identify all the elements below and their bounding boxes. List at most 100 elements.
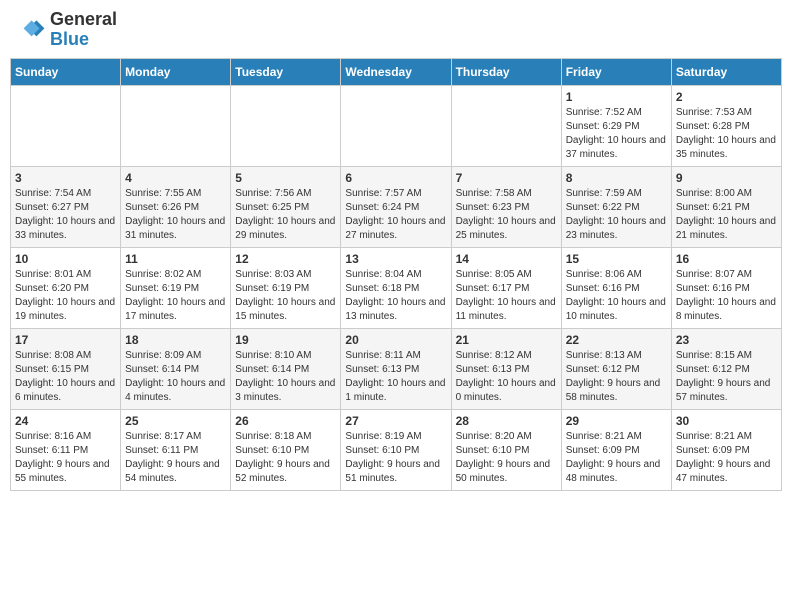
day-number: 7 <box>456 171 557 185</box>
calendar-cell <box>341 85 451 166</box>
calendar-table: SundayMondayTuesdayWednesdayThursdayFrid… <box>10 58 782 491</box>
calendar-week-1: 1 Sunrise: 7:52 AM Sunset: 6:29 PM Daylig… <box>11 85 782 166</box>
day-number: 24 <box>15 414 116 428</box>
day-number: 22 <box>566 333 667 347</box>
day-info: Sunrise: 7:55 AM Sunset: 6:26 PM Dayligh… <box>125 187 226 243</box>
day-info: Sunrise: 8:20 AM Sunset: 6:10 PM Dayligh… <box>456 430 557 486</box>
day-info: Sunrise: 8:06 AM Sunset: 6:16 PM Dayligh… <box>566 268 667 324</box>
calendar-cell: 7 Sunrise: 7:58 AM Sunset: 6:23 PM Daylig… <box>451 166 561 247</box>
calendar-body: 1 Sunrise: 7:52 AM Sunset: 6:29 PM Daylig… <box>11 85 782 490</box>
day-info: Sunrise: 8:01 AM Sunset: 6:20 PM Dayligh… <box>15 268 116 324</box>
calendar-cell: 19 Sunrise: 8:10 AM Sunset: 6:14 PM Dayli… <box>231 328 341 409</box>
calendar-cell: 17 Sunrise: 8:08 AM Sunset: 6:15 PM Dayli… <box>11 328 121 409</box>
day-info: Sunrise: 8:18 AM Sunset: 6:10 PM Dayligh… <box>235 430 336 486</box>
day-number: 15 <box>566 252 667 266</box>
day-number: 27 <box>345 414 446 428</box>
day-number: 6 <box>345 171 446 185</box>
calendar-week-4: 17 Sunrise: 8:08 AM Sunset: 6:15 PM Dayli… <box>11 328 782 409</box>
day-number: 3 <box>15 171 116 185</box>
day-number: 16 <box>676 252 777 266</box>
calendar-cell: 22 Sunrise: 8:13 AM Sunset: 6:12 PM Dayli… <box>561 328 671 409</box>
day-info: Sunrise: 7:52 AM Sunset: 6:29 PM Dayligh… <box>566 106 667 162</box>
calendar-cell: 4 Sunrise: 7:55 AM Sunset: 6:26 PM Daylig… <box>121 166 231 247</box>
day-info: Sunrise: 8:11 AM Sunset: 6:13 PM Dayligh… <box>345 349 446 405</box>
day-number: 10 <box>15 252 116 266</box>
calendar-cell: 16 Sunrise: 8:07 AM Sunset: 6:16 PM Dayli… <box>671 247 781 328</box>
calendar-cell: 15 Sunrise: 8:06 AM Sunset: 6:16 PM Dayli… <box>561 247 671 328</box>
calendar-cell <box>231 85 341 166</box>
day-number: 11 <box>125 252 226 266</box>
day-number: 26 <box>235 414 336 428</box>
day-info: Sunrise: 8:03 AM Sunset: 6:19 PM Dayligh… <box>235 268 336 324</box>
day-header-thursday: Thursday <box>451 58 561 85</box>
day-info: Sunrise: 8:07 AM Sunset: 6:16 PM Dayligh… <box>676 268 777 324</box>
calendar-week-5: 24 Sunrise: 8:16 AM Sunset: 6:11 PM Dayli… <box>11 409 782 490</box>
day-info: Sunrise: 8:16 AM Sunset: 6:11 PM Dayligh… <box>15 430 116 486</box>
day-number: 29 <box>566 414 667 428</box>
calendar-cell: 1 Sunrise: 7:52 AM Sunset: 6:29 PM Daylig… <box>561 85 671 166</box>
calendar-cell: 29 Sunrise: 8:21 AM Sunset: 6:09 PM Dayli… <box>561 409 671 490</box>
calendar-cell: 27 Sunrise: 8:19 AM Sunset: 6:10 PM Dayli… <box>341 409 451 490</box>
day-header-friday: Friday <box>561 58 671 85</box>
day-number: 9 <box>676 171 777 185</box>
day-number: 12 <box>235 252 336 266</box>
day-number: 19 <box>235 333 336 347</box>
day-number: 4 <box>125 171 226 185</box>
day-info: Sunrise: 8:00 AM Sunset: 6:21 PM Dayligh… <box>676 187 777 243</box>
day-header-saturday: Saturday <box>671 58 781 85</box>
calendar-cell: 30Sunrise: 8:21 AM Sunset: 6:09 PM Dayli… <box>671 409 781 490</box>
calendar-cell <box>121 85 231 166</box>
day-number: 13 <box>345 252 446 266</box>
day-info: Sunrise: 8:04 AM Sunset: 6:18 PM Dayligh… <box>345 268 446 324</box>
logo-text: GeneralBlue <box>50 10 117 50</box>
day-info: Sunrise: 8:08 AM Sunset: 6:15 PM Dayligh… <box>15 349 116 405</box>
day-info: Sunrise: 8:21 AM Sunset: 6:09 PM Dayligh… <box>566 430 667 486</box>
day-number: 8 <box>566 171 667 185</box>
logo: GeneralBlue <box>14 10 117 50</box>
calendar-cell: 25 Sunrise: 8:17 AM Sunset: 6:11 PM Dayli… <box>121 409 231 490</box>
calendar-week-2: 3 Sunrise: 7:54 AM Sunset: 6:27 PM Daylig… <box>11 166 782 247</box>
calendar-cell: 6Sunrise: 7:57 AM Sunset: 6:24 PM Daylig… <box>341 166 451 247</box>
day-number: 30 <box>676 414 777 428</box>
day-info: Sunrise: 8:05 AM Sunset: 6:17 PM Dayligh… <box>456 268 557 324</box>
calendar-cell: 9 Sunrise: 8:00 AM Sunset: 6:21 PM Daylig… <box>671 166 781 247</box>
day-number: 20 <box>345 333 446 347</box>
day-number: 21 <box>456 333 557 347</box>
day-header-monday: Monday <box>121 58 231 85</box>
day-info: Sunrise: 7:54 AM Sunset: 6:27 PM Dayligh… <box>15 187 116 243</box>
calendar-cell: 12 Sunrise: 8:03 AM Sunset: 6:19 PM Dayli… <box>231 247 341 328</box>
day-number: 14 <box>456 252 557 266</box>
day-header-tuesday: Tuesday <box>231 58 341 85</box>
day-number: 28 <box>456 414 557 428</box>
calendar-cell: 28 Sunrise: 8:20 AM Sunset: 6:10 PM Dayli… <box>451 409 561 490</box>
day-header-wednesday: Wednesday <box>341 58 451 85</box>
page-header: GeneralBlue <box>10 10 782 50</box>
calendar-cell: 11 Sunrise: 8:02 AM Sunset: 6:19 PM Dayli… <box>121 247 231 328</box>
day-number: 17 <box>15 333 116 347</box>
calendar-cell: 5Sunrise: 7:56 AM Sunset: 6:25 PM Daylig… <box>231 166 341 247</box>
day-info: Sunrise: 8:02 AM Sunset: 6:19 PM Dayligh… <box>125 268 226 324</box>
day-info: Sunrise: 8:15 AM Sunset: 6:12 PM Dayligh… <box>676 349 777 405</box>
calendar-cell: 10 Sunrise: 8:01 AM Sunset: 6:20 PM Dayli… <box>11 247 121 328</box>
day-info: Sunrise: 7:58 AM Sunset: 6:23 PM Dayligh… <box>456 187 557 243</box>
calendar-cell: 24 Sunrise: 8:16 AM Sunset: 6:11 PM Dayli… <box>11 409 121 490</box>
calendar-cell: 3 Sunrise: 7:54 AM Sunset: 6:27 PM Daylig… <box>11 166 121 247</box>
day-info: Sunrise: 8:17 AM Sunset: 6:11 PM Dayligh… <box>125 430 226 486</box>
calendar-cell: 23Sunrise: 8:15 AM Sunset: 6:12 PM Dayli… <box>671 328 781 409</box>
day-header-sunday: Sunday <box>11 58 121 85</box>
day-info: Sunrise: 8:19 AM Sunset: 6:10 PM Dayligh… <box>345 430 446 486</box>
calendar-cell <box>451 85 561 166</box>
day-number: 2 <box>676 90 777 104</box>
calendar-cell: 2Sunrise: 7:53 AM Sunset: 6:28 PM Daylig… <box>671 85 781 166</box>
day-number: 18 <box>125 333 226 347</box>
day-info: Sunrise: 8:10 AM Sunset: 6:14 PM Dayligh… <box>235 349 336 405</box>
calendar-week-3: 10 Sunrise: 8:01 AM Sunset: 6:20 PM Dayli… <box>11 247 782 328</box>
calendar-cell <box>11 85 121 166</box>
calendar-cell: 21Sunrise: 8:12 AM Sunset: 6:13 PM Dayli… <box>451 328 561 409</box>
day-number: 1 <box>566 90 667 104</box>
calendar-cell: 20 Sunrise: 8:11 AM Sunset: 6:13 PM Dayli… <box>341 328 451 409</box>
calendar-header-row: SundayMondayTuesdayWednesdayThursdayFrid… <box>11 58 782 85</box>
day-info: Sunrise: 8:13 AM Sunset: 6:12 PM Dayligh… <box>566 349 667 405</box>
day-number: 25 <box>125 414 226 428</box>
calendar-cell: 8Sunrise: 7:59 AM Sunset: 6:22 PM Daylig… <box>561 166 671 247</box>
